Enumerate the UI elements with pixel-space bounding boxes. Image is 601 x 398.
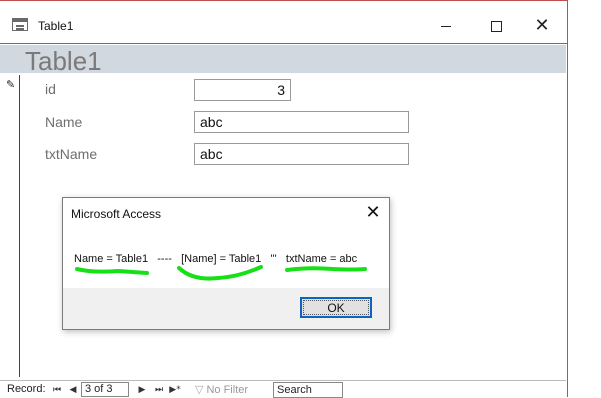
id-label: id xyxy=(45,81,56,97)
record-label: Record: xyxy=(7,383,46,395)
minimize-button[interactable] xyxy=(426,11,466,41)
filter-label: No Filter xyxy=(206,383,249,396)
form-header: Table1 xyxy=(0,45,566,76)
form-title: Table1 xyxy=(25,46,102,76)
txtname-field[interactable]: abc xyxy=(194,143,409,165)
window-title: Table1 xyxy=(38,19,74,33)
ok-button[interactable]: OK xyxy=(300,297,372,318)
record-selector[interactable]: ✎ xyxy=(0,75,20,377)
previous-record-icon[interactable]: ◀ xyxy=(66,382,80,397)
title-bar: Table1 ✕ xyxy=(0,1,567,44)
minimize-icon xyxy=(441,25,451,27)
name-field[interactable]: abc xyxy=(194,111,409,133)
next-record-icon[interactable]: ▶ xyxy=(135,382,149,397)
search-input[interactable]: Search xyxy=(273,382,343,398)
filter-toggle[interactable]: ▽ No Filter xyxy=(195,382,248,397)
close-button[interactable]: ✕ xyxy=(522,11,562,41)
current-record-input[interactable]: 3 of 3 xyxy=(81,382,129,397)
record-navigation-bar: Record: ⏮ ◀ 3 of 3 ▶ ⏭ ▶* ▽ No Filter Se… xyxy=(0,380,566,398)
txtname-label: txtName xyxy=(45,146,98,162)
first-record-icon[interactable]: ⏮ xyxy=(50,382,64,397)
form-icon xyxy=(12,18,28,31)
ok-label: OK xyxy=(327,300,345,315)
id-field[interactable]: 3 xyxy=(194,79,291,101)
pencil-icon: ✎ xyxy=(6,78,16,91)
message-dialog: Microsoft Access ✕ Name = Table1 ---- [N… xyxy=(62,197,390,330)
table1-form-window: Table1 ✕ Table1 ✎ id 3 Name abc txtName … xyxy=(0,0,568,398)
maximize-button[interactable] xyxy=(476,11,516,41)
last-record-icon[interactable]: ⏭ xyxy=(152,382,166,397)
name-label: Name xyxy=(45,114,83,130)
funnel-icon: ▽ xyxy=(195,383,204,396)
maximize-icon xyxy=(490,20,502,32)
close-icon: ✕ xyxy=(534,15,550,36)
new-record-icon[interactable]: ▶* xyxy=(167,382,183,397)
